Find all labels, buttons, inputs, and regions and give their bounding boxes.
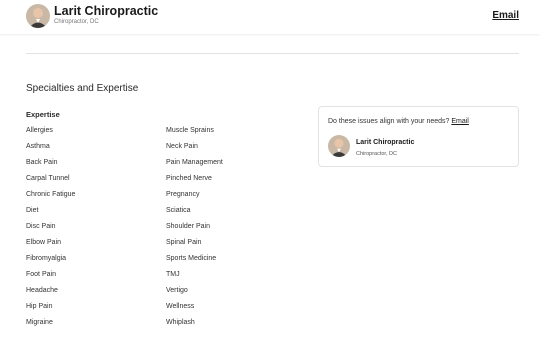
expertise-list-left: Allergies Asthma Back Pain Carpal Tunnel… [26, 124, 75, 332]
list-item: Sciatica [166, 207, 191, 214]
list-item: Back Pain [26, 159, 58, 166]
list-item: Disc Pain [26, 223, 56, 230]
profile-header: Larit Chiropractic Chiropractor, DC Emai… [0, 0, 540, 34]
list-item: Asthma [26, 143, 50, 150]
avatar [26, 4, 50, 28]
list-item: Foot Pain [26, 271, 56, 278]
list-item: Muscle Sprains [166, 127, 214, 134]
email-link[interactable]: Email [492, 10, 519, 21]
contact-card: Do these issues align with your needs? E… [318, 106, 519, 167]
list-item: Pinched Nerve [166, 175, 212, 182]
list-item: Diet [26, 207, 39, 214]
list-item: Pain Management [166, 159, 223, 166]
person-photo-icon [328, 135, 350, 157]
section-title: Specialties and Expertise [26, 83, 139, 94]
list-item: Vertigo [166, 287, 188, 294]
list-item: Chronic Fatigue [26, 191, 76, 198]
profile-credentials: Chiropractor, DC [54, 19, 99, 25]
avatar [328, 135, 350, 157]
expertise-heading: Expertise [26, 110, 60, 119]
list-item: Whiplash [166, 319, 195, 326]
list-item: Allergies [26, 127, 53, 134]
list-item: Headache [26, 287, 58, 294]
card-email-link[interactable]: Email [451, 118, 469, 125]
list-item: Hip Pain [26, 303, 53, 310]
list-item: Carpal Tunnel [26, 175, 70, 182]
card-credentials: Chiropractor, DC [356, 151, 397, 157]
list-item: TMJ [166, 271, 180, 278]
card-question-text: Do these issues align with your needs? [328, 118, 450, 125]
list-item: Migraine [26, 319, 53, 326]
list-item: Spinal Pain [166, 239, 202, 246]
list-item: Shoulder Pain [166, 223, 210, 230]
card-question: Do these issues align with your needs? E… [328, 118, 469, 125]
list-item: Wellness [166, 303, 195, 310]
list-item: Elbow Pain [26, 239, 62, 246]
list-item: Fibromyalgia [26, 255, 67, 262]
profile-name: Larit Chiropractic [54, 4, 159, 18]
list-item: Sports Medicine [166, 255, 217, 262]
expertise-list-right: Muscle Sprains Neck Pain Pain Management… [166, 124, 223, 332]
person-photo-icon [26, 4, 50, 28]
card-name: Larit Chiropractic [356, 139, 415, 146]
section-divider [26, 53, 519, 54]
list-item: Pregnancy [166, 191, 200, 198]
list-item: Neck Pain [166, 143, 198, 150]
